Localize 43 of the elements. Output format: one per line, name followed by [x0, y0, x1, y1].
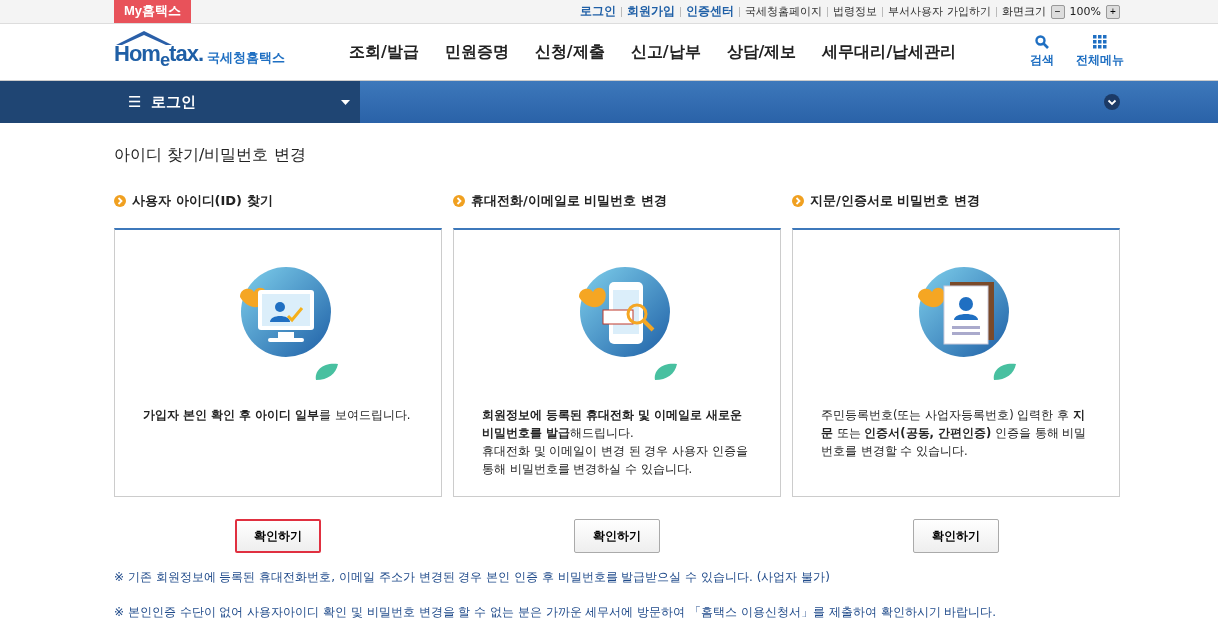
section-heading: 휴대전화/이메일로 비밀번호 변경 — [471, 192, 667, 210]
bullet-icon — [114, 195, 126, 207]
notice-text: ※ 기존 회원정보에 등록된 휴대전화번호, 이메일 주소가 변경된 경우 본인 인증 후 비밀번호를 발급받으실 수 있습니다. (사업자 불가) — [114, 569, 831, 586]
description-text: 주민등록번호(또는 사업자등록번호) 입력한 후 지문 또는 인증서(공동, 간편인증) 인증을 통해 비밀번호를 변경할 수 있습니다. — [821, 407, 1088, 460]
nav-menu-item[interactable]: 상담/제보 — [713, 41, 810, 63]
top-link[interactable]: 부서사용자 가입하기 — [888, 4, 991, 19]
house-roof-icon — [114, 29, 174, 47]
description-text: 휴대전화 및 이메일이 변경 된 경우 사용자 인증을 통해 비밀번호를 변경하실 수 있습니다. — [482, 443, 749, 478]
zoom-value: 100% — [1069, 5, 1101, 18]
top-link[interactable]: 인증센터 — [686, 3, 735, 20]
nav-menu-item[interactable]: 세무대리/납세관리 — [809, 41, 970, 63]
caret-icon — [341, 99, 350, 105]
bullet-icon — [453, 195, 465, 207]
logo-text[interactable]: Hom$_{e}$tax. — [114, 40, 203, 75]
bullet-icon — [792, 195, 804, 207]
zoom-in-button[interactable]: + — [1106, 4, 1120, 19]
nav-menu-item[interactable]: 조회/발급 — [336, 41, 432, 63]
top-link[interactable]: 법령정보 — [833, 4, 878, 19]
description-text: 가입자 본인 확인 후 아이디 일부를 보여드립니다. — [143, 407, 412, 424]
confirm-button[interactable]: 확인하기 — [235, 519, 321, 553]
nav-menu-item[interactable]: 신고/납부 — [617, 41, 714, 63]
grid-menu-icon — [1093, 35, 1107, 49]
top-link[interactable]: 로그인 — [580, 3, 617, 20]
search-icon — [1035, 35, 1049, 49]
description-text: 회원정보에 등록된 휴대전화 및 이메일로 새로운 비밀번호를 발급해드립니다. — [482, 407, 744, 442]
notice-text: ※ 본인인증 수단이 없어 사용자아이디 확인 및 비밀번호 변경을 할 수 없는 분은 가까운 세무서에 방문하여 「홈택스 이용신청서」를 제출하여 확인하시기 바랍니다. — [114, 604, 998, 621]
nav-menu-item[interactable]: 신청/제출 — [521, 41, 618, 63]
logo-subtitle: 국세청홈택스 — [207, 49, 285, 67]
my-hometax-button[interactable]: My홈택스 — [114, 0, 192, 23]
top-link[interactable]: 회원가입 — [627, 3, 676, 20]
confirm-button[interactable]: 확인하기 — [913, 519, 999, 553]
confirm-button[interactable]: 확인하기 — [574, 519, 660, 553]
section-heading: 지문/인증서로 비밀번호 변경 — [810, 192, 980, 210]
search-button[interactable]: 검색 — [1030, 35, 1054, 69]
location-dropdown[interactable]: ☰ 로그인 — [0, 81, 360, 123]
nav-menu-item[interactable]: 민원증명 — [431, 41, 522, 63]
expand-icon[interactable] — [1104, 94, 1120, 110]
all-menu-button[interactable]: 전체메뉴 — [1076, 35, 1124, 69]
top-link[interactable]: 국세청홈페이지 — [745, 4, 823, 19]
section-heading: 사용자 아이디(ID) 찾기 — [132, 192, 273, 210]
page-title: 아이디 찾기/비밀번호 변경 — [114, 145, 307, 166]
zoom-label: 화면크기 — [1001, 4, 1046, 19]
zoom-out-button[interactable]: − — [1050, 4, 1065, 19]
